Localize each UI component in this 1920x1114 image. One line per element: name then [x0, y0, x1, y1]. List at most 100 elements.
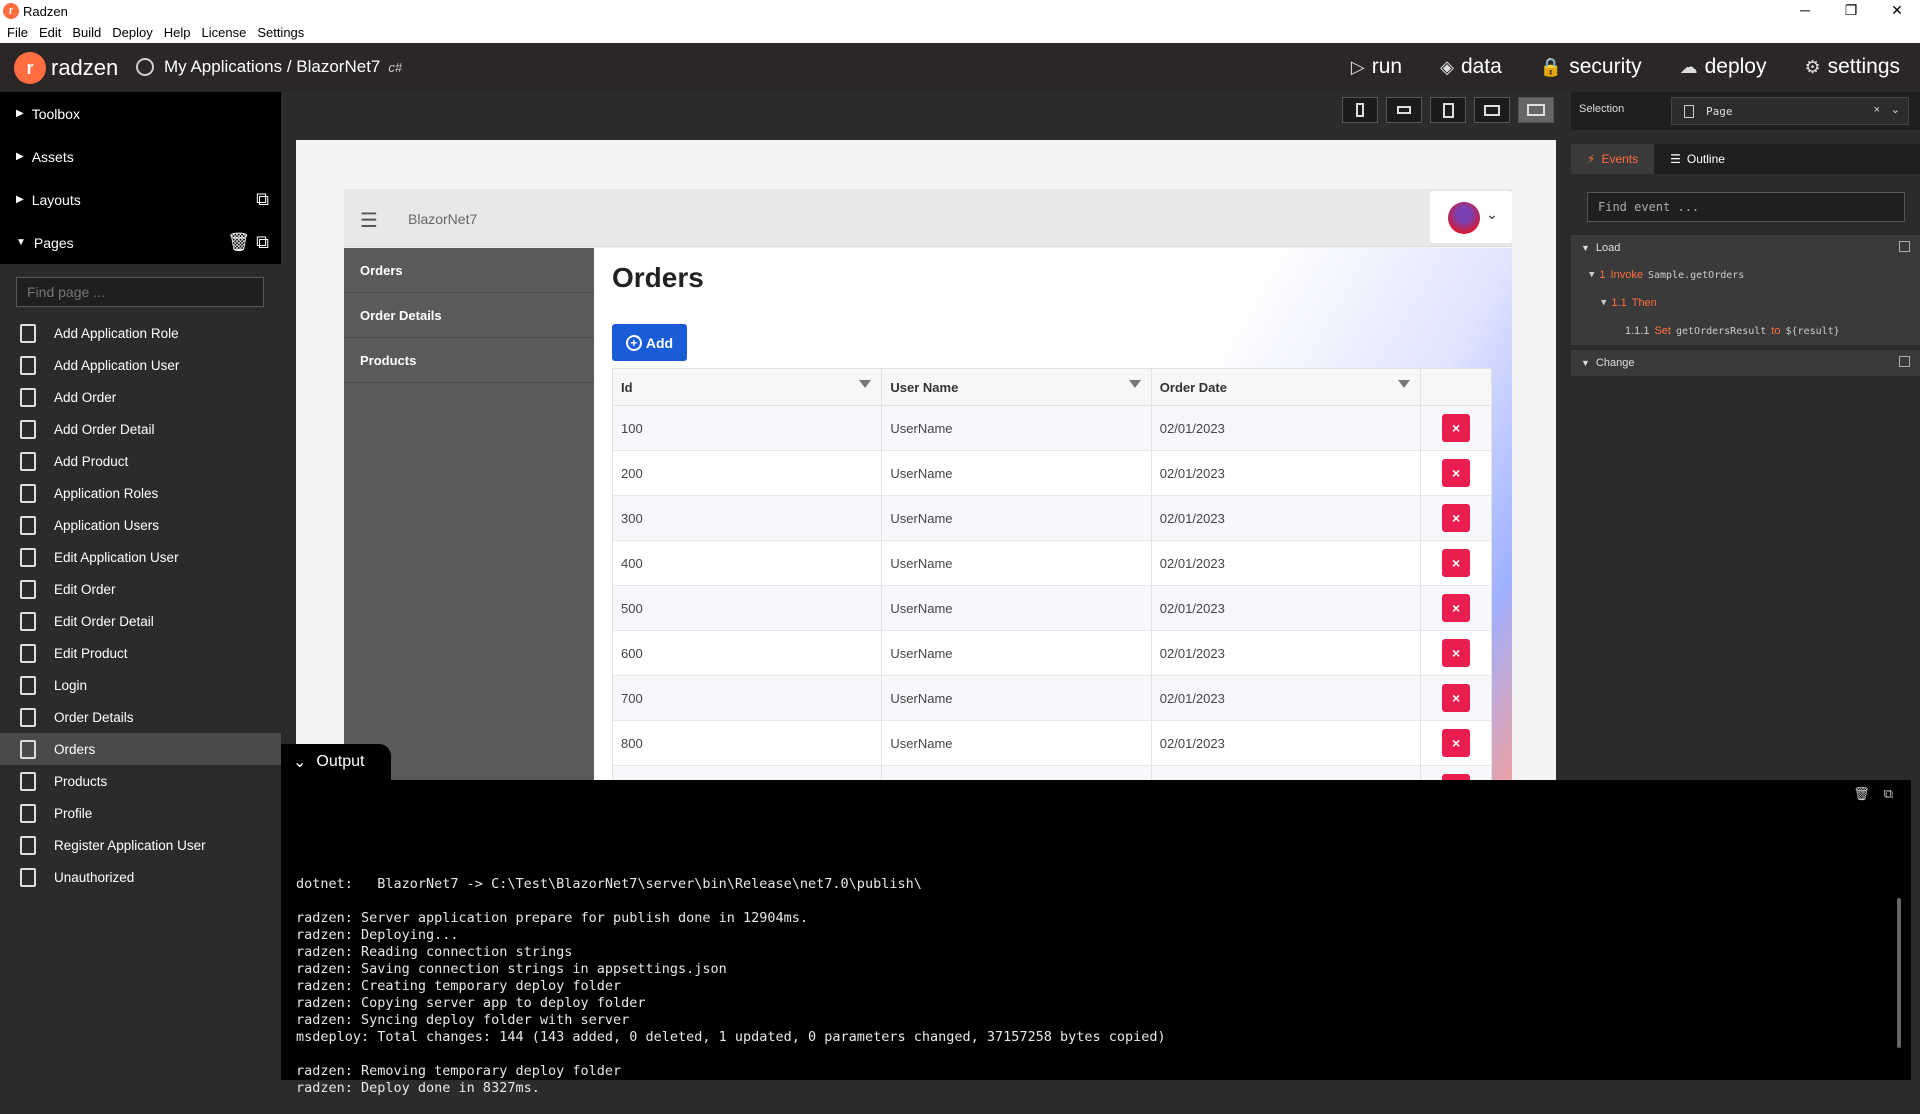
menu-edit[interactable]: Edit — [39, 22, 61, 43]
maximize-icon[interactable]: ❐ — [1828, 0, 1874, 22]
page-item-orders[interactable]: Orders — [0, 733, 281, 765]
page-item-login[interactable]: Login — [0, 669, 281, 701]
page-item-add-product[interactable]: Add Product — [0, 445, 281, 477]
new-page-icon[interactable]: ⧉ — [256, 232, 269, 253]
page-item-add-order-detail[interactable]: Add Order Detail — [0, 413, 281, 445]
deploy-button[interactable]: ☁ deploy — [1680, 51, 1767, 83]
delete-button[interactable]: × — [1442, 594, 1471, 622]
menu-help[interactable]: Help — [164, 22, 191, 43]
page-item-add-application-user[interactable]: Add Application User — [0, 349, 281, 381]
page-item-profile[interactable]: Profile — [0, 797, 281, 829]
delete-button[interactable]: × — [1442, 729, 1471, 757]
data-button[interactable]: ◈ data — [1440, 51, 1502, 83]
column-header-id[interactable]: Id — [613, 369, 883, 405]
table-row[interactable]: 100 UserName 02/01/2023 × — [613, 406, 1491, 451]
delete-button[interactable]: × — [1442, 459, 1471, 487]
output-console[interactable]: 🗑 ⧉ dotnet: BlazorNet7 -> C:\Test\Blazor… — [281, 780, 1911, 1096]
table-row[interactable]: 300 UserName 02/01/2023 × — [613, 496, 1491, 541]
section-layouts[interactable]: ▶ Layouts ⧉ — [0, 178, 281, 221]
delete-button[interactable]: × — [1442, 639, 1471, 667]
settings-button[interactable]: ⚙ settings — [1804, 51, 1900, 83]
nav-item-order-details[interactable]: Order Details — [344, 293, 594, 338]
selection-dropdown[interactable]: Page × ⌄ — [1671, 97, 1909, 125]
output-scrollbar[interactable] — [1897, 898, 1901, 1048]
minimize-icon[interactable]: ─ — [1782, 0, 1828, 22]
table-row[interactable]: 600 UserName 02/01/2023 × — [613, 631, 1491, 676]
delete-button[interactable]: × — [1442, 414, 1471, 442]
breadcrumb[interactable]: My Applications / BlazorNet7 c# — [136, 57, 402, 77]
tablet-portrait-button[interactable] — [1430, 97, 1466, 123]
clear-icon[interactable]: × — [1874, 104, 1880, 116]
tablet-landscape-button[interactable] — [1474, 97, 1510, 123]
page-item-products[interactable]: Products — [0, 765, 281, 797]
find-page-input[interactable] — [16, 277, 264, 307]
section-toolbox[interactable]: ▶ Toolbox — [0, 92, 281, 135]
find-event-input[interactable]: Find event ... — [1587, 192, 1905, 222]
add-button[interactable]: + Add — [612, 324, 687, 361]
page-item-edit-application-user[interactable]: Edit Application User — [0, 541, 281, 573]
delete-button[interactable]: × — [1442, 549, 1471, 577]
page-item-label: Add Product — [54, 453, 129, 469]
menu-file[interactable]: File — [7, 22, 28, 43]
new-layout-icon[interactable]: ⧉ — [256, 189, 269, 210]
hamburger-icon[interactable]: ☰ — [360, 208, 378, 233]
phone-portrait-button[interactable] — [1342, 97, 1378, 123]
app-header[interactable]: ☰ BlazorNet7 ⌄ — [344, 189, 1512, 247]
menu-build[interactable]: Build — [72, 22, 101, 43]
filter-icon[interactable] — [1398, 380, 1411, 388]
page-icon — [20, 451, 36, 471]
tab-events[interactable]: ⚡ Events — [1571, 144, 1655, 174]
action-value: ${result} — [1785, 325, 1840, 337]
trash-icon[interactable]: 🗑 — [227, 232, 250, 253]
table-row[interactable]: 200 UserName 02/01/2023 × — [613, 451, 1491, 496]
table-row[interactable]: 500 UserName 02/01/2023 × — [613, 586, 1491, 631]
filter-icon[interactable] — [1128, 380, 1141, 388]
page-item-edit-product[interactable]: Edit Product — [0, 637, 281, 669]
page-item-edit-order-detail[interactable]: Edit Order Detail — [0, 605, 281, 637]
table-row[interactable]: 700 UserName 02/01/2023 × — [613, 676, 1491, 721]
nav-item-products[interactable]: Products — [344, 338, 594, 383]
table-row[interactable]: 900UserName02/01/2023× — [613, 766, 1491, 780]
menu-license[interactable]: License — [202, 22, 247, 43]
action-then[interactable]: ▼ 1.1 Then — [1571, 289, 1920, 317]
page-item-application-roles[interactable]: Application Roles — [0, 477, 281, 509]
nav-item-orders[interactable]: Orders — [344, 248, 594, 293]
action-invoke[interactable]: ▼ 1 Invoke Sample.getOrders — [1571, 261, 1920, 289]
page-item-unauthorized[interactable]: Unauthorized — [0, 861, 281, 893]
output-tab[interactable]: ⌄ Output — [281, 744, 391, 780]
run-button[interactable]: ▷ run — [1351, 51, 1402, 83]
edit-icon[interactable] — [1899, 241, 1910, 252]
page-item-application-users[interactable]: Application Users — [0, 509, 281, 541]
menu-settings[interactable]: Settings — [257, 22, 304, 43]
action-set[interactable]: 1.1.1 Set getOrdersResult to ${result} — [1571, 317, 1920, 345]
tab-outline[interactable]: ☰ Outline — [1654, 144, 1741, 174]
table-row[interactable]: 400 UserName 02/01/2023 × — [613, 541, 1491, 586]
page-item-edit-order[interactable]: Edit Order — [0, 573, 281, 605]
phone-landscape-button[interactable] — [1386, 97, 1422, 123]
close-icon[interactable]: ✕ — [1874, 0, 1920, 22]
trash-icon[interactable]: 🗑 — [1853, 786, 1870, 803]
section-pages[interactable]: ▼ Pages 🗑 ⧉ — [0, 221, 281, 264]
table-row[interactable]: 800 UserName 02/01/2023 × — [613, 721, 1491, 766]
page-item-order-details[interactable]: Order Details — [0, 701, 281, 733]
design-canvas[interactable]: ☰ BlazorNet7 ⌄ Orders Order Details Prod… — [296, 140, 1556, 780]
menu-deploy[interactable]: Deploy — [112, 22, 152, 43]
event-header-change[interactable]: ▼ Change — [1571, 350, 1920, 376]
delete-button[interactable]: × — [1442, 684, 1471, 712]
page-item-add-application-role[interactable]: Add Application Role — [0, 317, 281, 349]
brand[interactable]: r radzen — [14, 52, 118, 84]
section-assets[interactable]: ▶ Assets — [0, 135, 281, 178]
edit-icon[interactable] — [1899, 356, 1910, 367]
desktop-button[interactable] — [1518, 97, 1554, 123]
column-header-user-name[interactable]: User Name — [882, 369, 1152, 405]
filter-icon[interactable] — [859, 380, 872, 388]
copy-icon[interactable]: ⧉ — [1884, 786, 1893, 803]
delete-button[interactable]: × — [1442, 504, 1471, 532]
page-item-register-application-user[interactable]: Register Application User — [0, 829, 281, 861]
profile-menu[interactable]: ⌄ — [1430, 191, 1512, 243]
page-item-add-order[interactable]: Add Order — [0, 381, 281, 413]
security-button[interactable]: 🔒 security — [1540, 51, 1642, 83]
table-cell: 02/01/2023 — [1152, 451, 1422, 495]
column-header-order-date[interactable]: Order Date — [1152, 369, 1422, 405]
event-header-load[interactable]: ▼ Load — [1571, 235, 1920, 261]
